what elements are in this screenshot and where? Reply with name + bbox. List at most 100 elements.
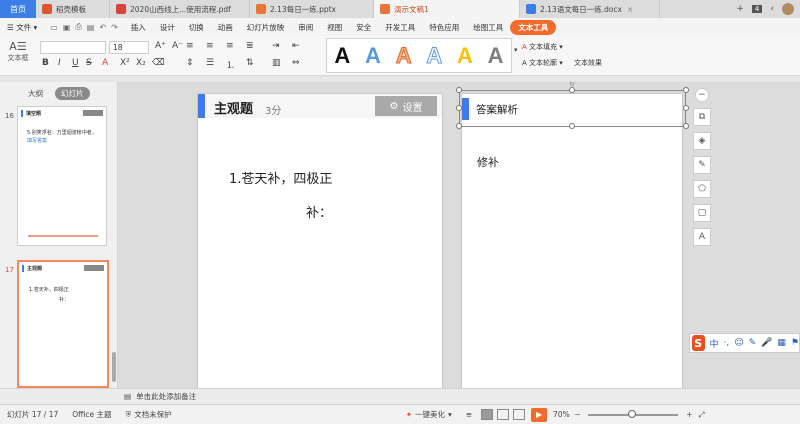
avatar[interactable] xyxy=(782,3,794,15)
text-outline-button[interactable]: A 文本轮廓 ▾ xyxy=(522,58,563,68)
textbox-button[interactable]: A☰ 文本框 xyxy=(6,40,30,63)
keyboard-icon[interactable]: ▦ xyxy=(777,338,786,348)
menu-drawing-tools[interactable]: 绘图工具 xyxy=(466,22,510,33)
menu-view[interactable]: 视图 xyxy=(320,22,349,33)
menu-special[interactable]: 特色应用 xyxy=(422,22,466,33)
columns-icon[interactable]: ▥ xyxy=(272,58,281,68)
menu-text-tools[interactable]: 文本工具 xyxy=(510,19,557,35)
resize-handle[interactable] xyxy=(683,87,689,93)
question-slide[interactable]: 主观题 3分 ⚙ 设置 1.苍天补，四极正 补： xyxy=(198,94,442,388)
ime-chinese-mode[interactable]: 中 xyxy=(710,337,719,350)
italic-icon[interactable]: I xyxy=(58,58,61,68)
undo-icon[interactable]: ↶ xyxy=(99,23,106,32)
clear-format-icon[interactable]: ⌫ xyxy=(152,58,165,68)
text-effect-button[interactable]: 文本效果 xyxy=(574,58,602,68)
text-fill-button[interactable]: A 文本填充 ▾ xyxy=(522,42,563,52)
fit-window-icon[interactable]: ⤢ xyxy=(696,410,708,420)
menu-file[interactable]: ☰ 文件 ▾ xyxy=(0,22,44,33)
subscript-icon[interactable]: X₂ xyxy=(136,58,146,68)
gallery-scroll-icon[interactable]: ▾ xyxy=(514,46,518,54)
zoom-out-button[interactable]: － xyxy=(572,409,584,420)
menu-animation[interactable]: 动画 xyxy=(211,22,240,33)
beautify-button[interactable]: ✦ 一键美化 ▾ xyxy=(399,409,459,420)
menu-developer[interactable]: 开发工具 xyxy=(378,22,422,33)
chevron-left-icon[interactable]: ‹ xyxy=(770,4,774,14)
distribute-icon[interactable]: ⇔ xyxy=(292,58,300,68)
answer-slide[interactable]: 答案解析 修补 xyxy=(462,94,682,388)
slide-thumbnail[interactable]: 填空题 5.别笑浮名：万里烟波帐中者， 填写答案 xyxy=(17,106,107,246)
text-style-option[interactable]: A xyxy=(395,44,412,67)
tab-slides[interactable]: 幻灯片 xyxy=(55,87,90,100)
text-style-option[interactable]: A xyxy=(365,44,381,67)
fill-icon[interactable]: ⬠ xyxy=(693,180,711,198)
menu-design[interactable]: 设计 xyxy=(153,22,182,33)
align-center-icon[interactable]: ≡ xyxy=(206,41,214,51)
resize-handle[interactable] xyxy=(683,105,689,111)
sogou-logo-icon[interactable]: S xyxy=(692,335,705,351)
grow-font-icon[interactable]: A⁺ xyxy=(155,41,166,51)
question-text[interactable]: 1.苍天补，四极正 xyxy=(229,168,332,187)
rotate-handle-icon[interactable]: ↻ xyxy=(569,82,575,88)
zoom-level[interactable]: 70% xyxy=(551,410,572,419)
handwriting-icon[interactable]: ✎ xyxy=(749,338,757,348)
font-name-select[interactable] xyxy=(40,41,106,54)
text-style-option[interactable]: A xyxy=(426,44,443,67)
text-direction-icon[interactable]: ⇅ xyxy=(246,58,254,68)
resize-handle[interactable] xyxy=(456,105,462,111)
resize-handle[interactable] xyxy=(456,123,462,129)
protect-status[interactable]: ⛨ 文档未保护 xyxy=(119,409,179,420)
shrink-font-icon[interactable]: A⁻ xyxy=(172,41,183,51)
bold-icon[interactable]: B xyxy=(42,58,49,68)
indent-icon[interactable]: ⇥ xyxy=(272,41,280,51)
sorter-view-icon[interactable] xyxy=(497,409,510,420)
align-left-icon[interactable]: ≡ xyxy=(186,41,194,51)
microphone-icon[interactable]: 🎤 xyxy=(761,338,772,348)
zoom-in-button[interactable]: + xyxy=(683,410,695,419)
shape-style-icon[interactable]: ⧉ xyxy=(693,108,711,126)
preview-icon[interactable]: ▤ xyxy=(87,23,95,32)
menu-transition[interactable]: 切换 xyxy=(182,22,211,33)
new-tab-button[interactable]: + xyxy=(736,4,744,14)
view-mode-icon[interactable]: ≡ xyxy=(459,410,479,419)
file-tab-pptx[interactable]: 2.13每日一练.pptx xyxy=(250,0,374,18)
save-icon[interactable]: ▣ xyxy=(63,23,71,32)
slide-panel-scrollbar[interactable] xyxy=(112,352,116,382)
file-tab-docer[interactable]: 稻壳模板 xyxy=(36,0,110,18)
numbering-icon[interactable]: ⒈ xyxy=(226,58,235,71)
pen-icon[interactable]: ✎ xyxy=(693,156,711,174)
tab-outline[interactable]: 大纲 xyxy=(22,87,49,100)
strikethrough-icon[interactable]: S xyxy=(86,58,92,68)
line-spacing-icon[interactable]: ⇕ xyxy=(186,58,194,68)
question-blank-text[interactable]: 补： xyxy=(306,202,332,221)
text-style-option[interactable]: A xyxy=(488,44,504,67)
text-style-option[interactable]: A xyxy=(334,44,350,67)
zoom-slider-knob[interactable] xyxy=(628,409,637,418)
open-icon[interactable]: ▭ xyxy=(50,23,58,32)
collapse-icon[interactable]: − xyxy=(695,88,709,102)
bullets-icon[interactable]: ☰ xyxy=(206,58,214,68)
menu-review[interactable]: 审阅 xyxy=(291,22,320,33)
menu-insert[interactable]: 插入 xyxy=(124,22,153,33)
selection-box[interactable] xyxy=(459,90,686,127)
outdent-icon[interactable]: ⇤ xyxy=(292,41,300,51)
notes-bar[interactable]: ▤ 单击此处添加备注 xyxy=(118,388,800,404)
justify-icon[interactable]: ≣ xyxy=(246,41,254,51)
settings-button[interactable]: ⚙ 设置 xyxy=(375,96,437,116)
outline-icon[interactable]: ▢ xyxy=(693,204,711,222)
skin-icon[interactable]: ⚑ xyxy=(791,338,799,348)
resize-handle[interactable] xyxy=(683,123,689,129)
reading-view-icon[interactable] xyxy=(513,409,526,420)
emoji-icon[interactable]: ☺ xyxy=(734,338,743,348)
text-box-icon[interactable]: A xyxy=(693,228,711,246)
redo-icon[interactable]: ↷ xyxy=(111,23,118,32)
normal-view-icon[interactable] xyxy=(481,409,494,420)
play-slideshow-button[interactable]: ▶ xyxy=(531,407,548,422)
print-icon[interactable]: ⎙ xyxy=(75,22,81,32)
superscript-icon[interactable]: X² xyxy=(120,58,130,68)
resize-handle[interactable] xyxy=(456,87,462,93)
layers-icon[interactable]: ◈ xyxy=(693,132,711,150)
underline-icon[interactable]: U xyxy=(72,58,79,68)
ime-punctuation-icon[interactable]: ·, xyxy=(724,338,730,348)
align-right-icon[interactable]: ≡ xyxy=(226,41,234,51)
font-color-icon[interactable]: A xyxy=(102,58,108,68)
